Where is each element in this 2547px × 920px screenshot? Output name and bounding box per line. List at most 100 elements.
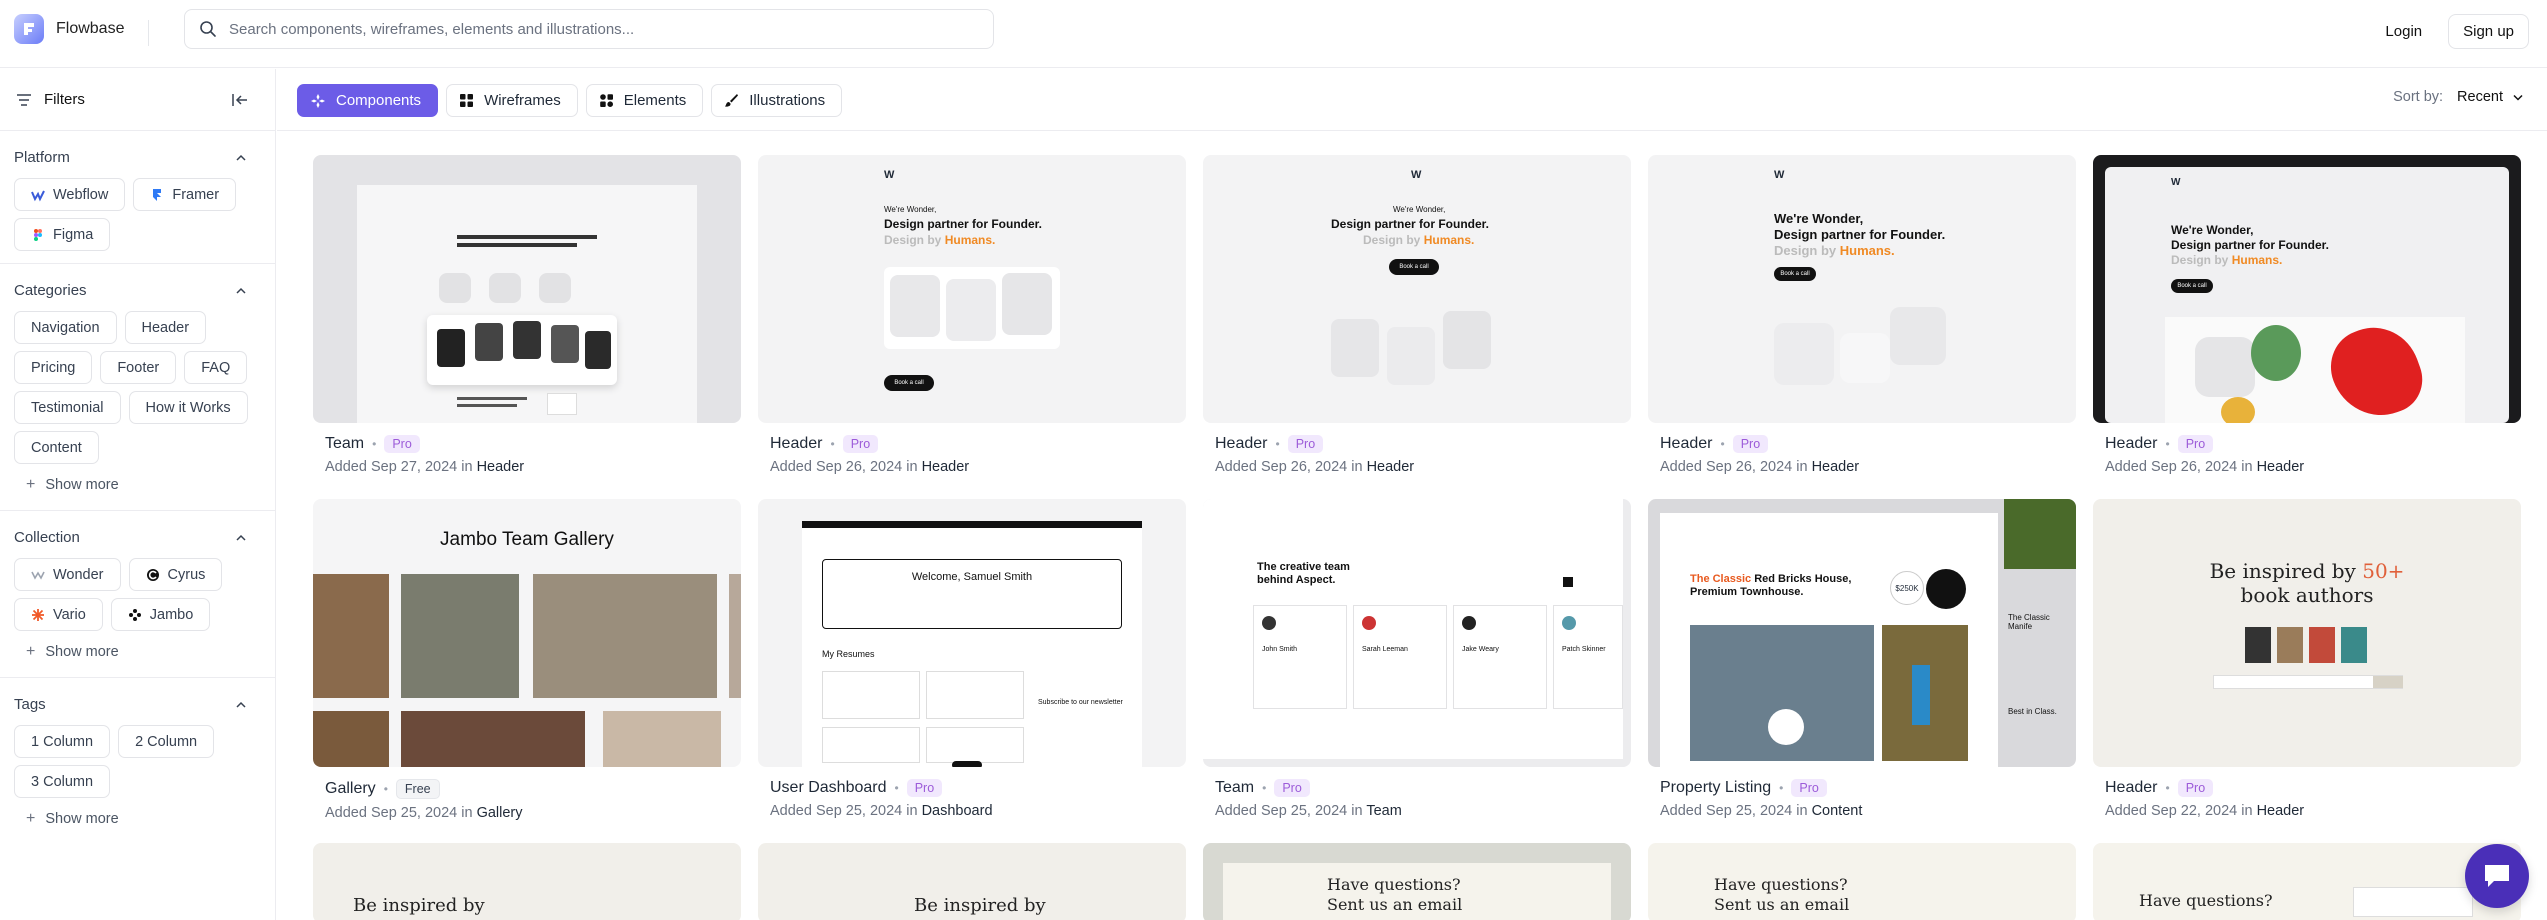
search-icon <box>200 21 216 37</box>
collection-section-header[interactable]: Collection <box>14 529 261 546</box>
brand[interactable]: Flowbase <box>14 14 124 44</box>
card-thumbnail[interactable]: Be inspired by <box>758 843 1186 920</box>
preview-headline: Be inspired by 50+ <box>2093 559 2521 583</box>
collapse-sidebar-icon[interactable] <box>231 92 249 108</box>
preview-name: John Smith <box>1262 646 1298 653</box>
card-category-link[interactable]: Team <box>1366 803 1401 819</box>
card-title: Header <box>1215 435 1268 452</box>
chip-webflow[interactable]: Webflow <box>14 178 126 211</box>
tags-show-more[interactable]: + Show more <box>14 798 261 832</box>
chip-pricing[interactable]: Pricing <box>14 351 93 384</box>
card-thumbnail[interactable]: Have questions? Sent us an email <box>1203 843 1631 920</box>
card-thumbnail[interactable]: W We're Wonder, Design partner for Found… <box>2093 155 2521 423</box>
chip-2-column[interactable]: 2 Column <box>118 725 215 758</box>
card-header[interactable]: Be inspired by 50+ book authors Header •… <box>2093 499 2521 819</box>
preview-welcome: Welcome, Samuel Smith <box>911 571 1033 583</box>
card-header[interactable]: W We're Wonder, Design partner for Found… <box>1203 155 1631 475</box>
tab-illustrations[interactable]: Illustrations <box>711 84 843 117</box>
tab-label: Elements <box>623 92 687 109</box>
chip-framer[interactable]: Framer <box>133 178 237 211</box>
categories-show-more[interactable]: + Show more <box>14 464 261 498</box>
card-team[interactable]: Team • Pro Added Sep 27, 2024 in Header <box>313 155 741 475</box>
platform-section: Platform Webflow Framer Figma <box>0 131 275 264</box>
signup-button[interactable]: Sign up <box>2448 14 2529 49</box>
chip-how-it-works[interactable]: How it Works <box>128 391 248 424</box>
card-thumbnail[interactable]: Be inspired by 50+ book authors <box>2093 499 2521 767</box>
card-category-link[interactable]: Header <box>2257 803 2305 819</box>
card-category-link[interactable]: Header <box>2257 459 2305 475</box>
card-thumbnail[interactable]: W We're Wonder, Design partner for Found… <box>1648 155 2076 423</box>
chip-footer[interactable]: Footer <box>100 351 177 384</box>
card-gallery[interactable]: Jambo Team Gallery Gallery • Free Added … <box>313 499 741 821</box>
card-thumbnail[interactable]: The creative team behind Aspect. John Sm… <box>1203 499 1631 767</box>
chip-testimonial[interactable]: Testimonial <box>14 391 121 424</box>
tags-section-header[interactable]: Tags <box>14 696 261 713</box>
chat-widget-button[interactable] <box>2465 844 2529 908</box>
card-header[interactable]: W We're Wonder, Design partner for Found… <box>758 155 1186 475</box>
tab-wireframes[interactable]: Wireframes <box>446 84 578 117</box>
tab-label: Wireframes <box>484 92 561 109</box>
chip-label: Wonder <box>53 566 104 583</box>
card-thumbnail[interactable]: W We're Wonder, Design partner for Found… <box>758 155 1186 423</box>
preview-arrow <box>1563 577 1573 587</box>
preview-eyebrow: We're Wonder, <box>884 205 937 214</box>
chip-wonder[interactable]: Wonder <box>14 558 121 591</box>
preview-headline: Design partner for Founder. <box>884 217 1043 231</box>
card-thumbnail[interactable]: Jambo Team Gallery <box>313 499 741 767</box>
card-header[interactable]: W We're Wonder, Design partner for Found… <box>1648 155 2076 475</box>
card-partial[interactable]: Have questions? Sent us an email <box>1203 843 1631 920</box>
chip-cyrus[interactable]: Cyrus <box>128 558 223 591</box>
card-category-link[interactable]: Gallery <box>477 805 523 821</box>
card-category-link[interactable]: Dashboard <box>922 803 993 819</box>
collection-show-more[interactable]: + Show more <box>14 631 261 665</box>
card-thumbnail[interactable]: W We're Wonder, Design partner for Found… <box>1203 155 1631 423</box>
preview-block <box>439 273 471 303</box>
preview-frame: The creative team behind Aspect. John Sm… <box>1203 499 1623 759</box>
chip-figma[interactable]: Figma <box>14 218 111 251</box>
chip-label: Cyrus <box>167 566 206 583</box>
login-link[interactable]: Login <box>2375 15 2432 48</box>
card-thumbnail[interactable] <box>313 155 741 423</box>
chip-vario[interactable]: Vario <box>14 598 103 631</box>
preview-headline-part: Design by <box>884 233 942 247</box>
pro-badge: Pro <box>1732 435 1769 453</box>
card-category-link[interactable]: Header <box>1812 459 1860 475</box>
chip-content[interactable]: Content <box>14 431 99 464</box>
card-thumbnail[interactable]: Be inspired by <box>313 843 741 920</box>
card-user-dashboard[interactable]: Welcome, Samuel Smith My Resumes Subscri… <box>758 499 1186 819</box>
chip-1-column[interactable]: 1 Column <box>14 725 111 758</box>
wonder-logo-icon: W <box>2171 177 2181 188</box>
chip-faq[interactable]: FAQ <box>184 351 248 384</box>
gallery-photo <box>401 574 519 698</box>
card-category-link[interactable]: Header <box>922 459 970 475</box>
categories-section-header[interactable]: Categories <box>14 282 261 299</box>
card-thumbnail[interactable]: Have questions? <box>2093 843 2521 920</box>
card-partial[interactable]: Be inspired by <box>313 843 741 920</box>
card-category-link[interactable]: Content <box>1812 803 1863 819</box>
platform-section-header[interactable]: Platform <box>14 149 261 166</box>
card-team[interactable]: The creative team behind Aspect. John Sm… <box>1203 499 1631 819</box>
card-partial[interactable]: Be inspired by <box>758 843 1186 920</box>
card-header[interactable]: W We're Wonder, Design partner for Found… <box>2093 155 2521 475</box>
tab-elements[interactable]: Elements <box>585 84 704 117</box>
chip-3-column[interactable]: 3 Column <box>14 765 111 798</box>
card-property-listing[interactable]: The Classic Red Bricks House, Premium To… <box>1648 499 2076 819</box>
card-thumbnail[interactable]: Have questions? Sent us an email <box>1648 843 2076 920</box>
chip-jambo[interactable]: Jambo <box>110 598 211 631</box>
tab-components[interactable]: Components <box>297 84 439 117</box>
card-added: Added Sep 26, 2024 in <box>1215 459 1363 475</box>
card-partial[interactable]: Have questions? <box>2093 843 2521 920</box>
card-category-link[interactable]: Header <box>1367 459 1415 475</box>
filters-toggle[interactable]: Filters <box>16 91 85 108</box>
card-partial[interactable]: Have questions? Sent us an email <box>1648 843 2076 920</box>
chip-header[interactable]: Header <box>124 311 207 344</box>
sort-dropdown[interactable]: Recent <box>2457 89 2523 105</box>
chip-navigation[interactable]: Navigation <box>14 311 117 344</box>
card-category-link[interactable]: Header <box>477 459 525 475</box>
search-bar[interactable] <box>184 9 994 49</box>
preview-button <box>952 761 982 767</box>
card-thumbnail[interactable]: The Classic Red Bricks House, Premium To… <box>1648 499 2076 767</box>
search-input[interactable] <box>229 20 969 38</box>
card-thumbnail[interactable]: Welcome, Samuel Smith My Resumes Subscri… <box>758 499 1186 767</box>
preview-team-card: Sarah Leeman <box>1353 605 1447 709</box>
